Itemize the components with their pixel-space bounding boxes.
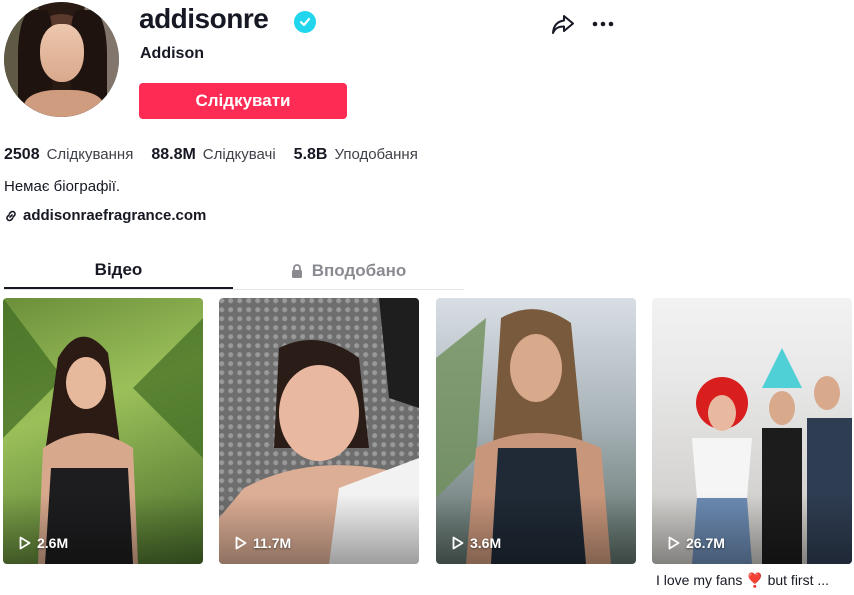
stat-following[interactable]: 2508 Слідкування [4,146,133,164]
profile-stats: 2508 Слідкування 88.8M Слідкувачі 5.8B У… [4,146,436,164]
video-views: 3.6M [452,535,501,551]
thumbnail-shade [3,494,203,564]
tab-videos[interactable]: Відео [4,252,233,289]
views-count: 2.6M [37,535,69,551]
stat-value: 5.8B [293,146,328,163]
views-count: 3.6M [470,535,502,551]
profile-link[interactable]: addisonraefragrance.com [4,207,206,224]
profile-link-text: addisonraefragrance.com [23,207,207,224]
views-count: 26.7M [686,535,725,551]
bio: Немає біографії. [4,178,121,195]
stat-value: 88.8M [151,146,196,163]
more-icon[interactable] [590,12,616,36]
tab-liked-label: Вподобано [311,260,407,280]
video-card[interactable]: 26.7M [652,298,852,564]
stat-label: Слідкування [46,146,134,163]
profile-tabs: Відео Вподобано [4,252,464,290]
video-caption[interactable]: I love my fans ❣️ but first ... [656,572,852,589]
lock-icon [291,263,302,278]
thumbnail-shade [436,494,636,564]
avatar[interactable] [4,2,119,117]
thumbnail-shade [652,494,852,564]
video-views: 26.7M [668,535,725,551]
follow-button[interactable]: Слідкувати [139,83,347,119]
video-card[interactable]: 2.6M [3,298,203,564]
link-icon [6,210,16,221]
stat-followers[interactable]: 88.8M Слідкувачі [151,146,275,164]
play-icon [19,536,31,550]
play-icon [235,536,247,550]
stat-label: Уподобання [334,146,418,163]
views-count: 11.7M [253,535,292,551]
stat-value: 2508 [4,146,40,163]
thumbnail-shade [219,494,419,564]
avatar-face [40,24,84,82]
verified-badge-icon [294,11,316,33]
video-views: 11.7M [235,535,291,551]
tab-liked[interactable]: Вподобано [233,252,462,289]
avatar-shoulders [24,90,104,117]
stat-label: Слідкувачі [202,146,276,163]
play-icon [452,536,464,550]
play-icon [668,536,680,550]
share-icon[interactable] [550,12,576,36]
video-views: 2.6M [19,535,68,551]
video-card[interactable]: 11.7M [219,298,419,564]
stat-likes: 5.8B Уподобання [294,146,418,164]
username: addisonre [139,3,269,34]
nickname: Addison [140,45,204,62]
tab-videos-label: Відео [94,259,143,279]
video-card[interactable]: 3.6M [436,298,636,564]
